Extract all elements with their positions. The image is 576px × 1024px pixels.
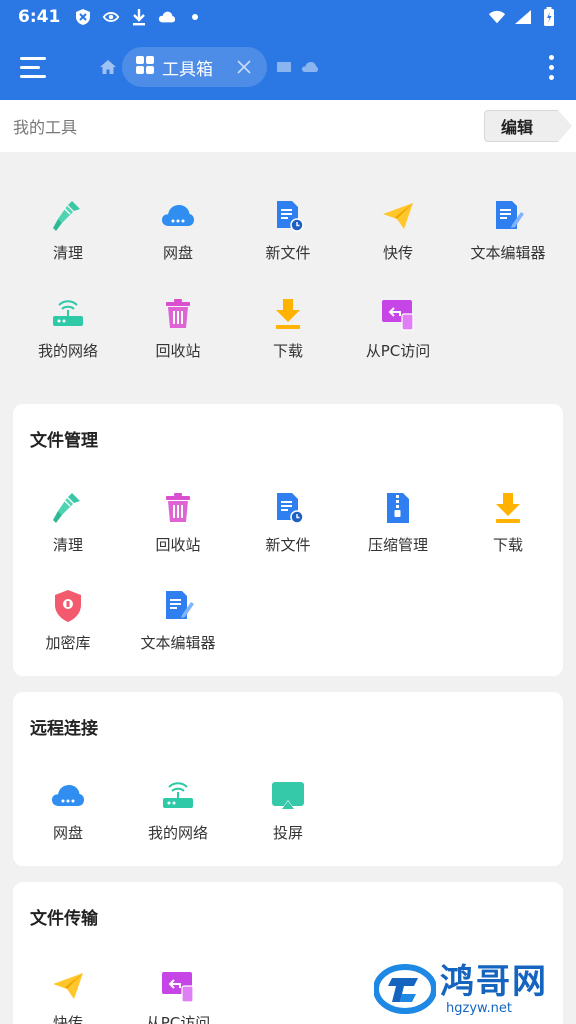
tool-item[interactable]: 回收站 <box>123 270 233 360</box>
remote-connection-grid: 网盘 我的网络 投屏 <box>13 752 563 842</box>
tool-label: 从PC访问 <box>365 342 431 360</box>
battery-icon <box>540 7 558 26</box>
tool-label: 网盘 <box>52 824 83 842</box>
tool-label: 下载 <box>492 536 523 554</box>
app-bar: 工具箱 <box>0 34 576 100</box>
tool-item[interactable]: 清理 <box>13 464 123 554</box>
tool-label: 快传 <box>382 244 413 262</box>
tool-label: 回收站 <box>155 342 201 360</box>
tool-label: 清理 <box>52 244 83 262</box>
tool-item[interactable]: 从PC访问 <box>343 270 453 360</box>
tool-item[interactable]: 加密库 <box>13 562 123 652</box>
edit-button[interactable]: 编辑 <box>484 110 572 142</box>
watermark-url: hgzyw.net <box>446 1000 512 1016</box>
menu-button[interactable] <box>20 51 52 83</box>
tool-label: 我的网络 <box>147 824 208 842</box>
brand-logo-icon <box>374 964 436 1014</box>
cast-screen-icon <box>270 778 306 814</box>
download-status-icon <box>130 8 148 26</box>
tool-item[interactable]: 清理 <box>13 172 123 262</box>
file-management-grid: 清理 回收站 新文件 压缩管理 下载加密库 文本编辑器 <box>13 464 563 652</box>
tool-label: 从PC访问 <box>145 1014 211 1024</box>
tool-item[interactable]: 文本编辑器 <box>453 172 563 262</box>
tool-label: 投屏 <box>272 824 303 842</box>
section-title: 远程连接 <box>30 719 98 739</box>
text-editor-icon <box>490 198 526 234</box>
tool-item[interactable]: 快传 <box>13 942 123 1024</box>
new-file-icon <box>270 198 306 234</box>
tool-item[interactable]: 从PC访问 <box>123 942 233 1024</box>
broom-icon <box>50 198 86 234</box>
wifi-icon <box>488 8 506 26</box>
tool-item[interactable]: 下载 <box>453 464 563 554</box>
more-options-button[interactable] <box>538 49 564 85</box>
tool-label: 新文件 <box>265 536 311 554</box>
tool-label: 加密库 <box>45 634 91 652</box>
cloud-status-icon <box>158 8 176 26</box>
tool-label: 文本编辑器 <box>140 634 216 652</box>
close-icon[interactable] <box>235 58 253 76</box>
tool-label: 回收站 <box>155 536 201 554</box>
cloud-drive-icon <box>160 198 196 234</box>
tab-label: 工具箱 <box>162 59 213 80</box>
remote-connection-card: 远程连接 网盘 我的网络 投屏 <box>13 692 563 866</box>
vpn-icon <box>102 8 120 26</box>
tool-item[interactable]: 我的网络 <box>123 752 233 842</box>
trash-icon <box>160 490 196 526</box>
cloud-drive-icon <box>50 778 86 814</box>
zip-icon <box>380 490 416 526</box>
router-icon <box>160 778 196 814</box>
section-title: 文件管理 <box>30 431 98 451</box>
tool-item[interactable]: 网盘 <box>13 752 123 842</box>
signal-icon <box>514 8 532 26</box>
tool-item[interactable]: 我的网络 <box>13 270 123 360</box>
tool-item[interactable]: 投屏 <box>233 752 343 842</box>
section-title: 文件传输 <box>30 909 98 929</box>
download-icon <box>270 296 306 332</box>
cloud-tab-icon[interactable] <box>301 58 319 76</box>
tool-item[interactable]: 下载 <box>233 270 343 360</box>
tool-label: 快传 <box>52 1014 83 1024</box>
tool-item[interactable]: 压缩管理 <box>343 464 453 554</box>
download-icon <box>490 490 526 526</box>
status-time: 6:41 <box>18 7 61 27</box>
pc-access-icon <box>160 968 196 1004</box>
status-bar: 6:41 <box>0 0 576 34</box>
broom-icon <box>50 490 86 526</box>
tool-item[interactable]: 文本编辑器 <box>123 562 233 652</box>
tool-label: 文本编辑器 <box>470 244 546 262</box>
tool-item[interactable]: 快传 <box>343 172 453 262</box>
tool-label: 清理 <box>52 536 83 554</box>
tool-item[interactable]: 新文件 <box>233 464 343 554</box>
new-file-icon <box>270 490 306 526</box>
tool-label: 新文件 <box>265 244 311 262</box>
media-tab-icon[interactable] <box>275 58 293 76</box>
paper-plane-icon <box>380 198 416 234</box>
tool-item[interactable]: 新文件 <box>233 172 343 262</box>
notification-dot-icon <box>186 8 204 26</box>
grid-icon <box>136 55 154 79</box>
home-icon[interactable] <box>98 57 118 77</box>
tab-toolbox[interactable]: 工具箱 <box>122 47 267 87</box>
shield-lock-icon <box>50 588 86 624</box>
my-tools-grid: 清理 网盘 新文件 快传 文本编辑器我的网络 回收站 下载 从PC访问 <box>13 172 563 360</box>
file-management-card: 文件管理 清理 回收站 新文件 压缩管理 下载加密库 文本编辑器 <box>13 404 563 676</box>
pc-access-icon <box>380 296 416 332</box>
shield-icon <box>74 8 92 26</box>
my-tools-label: 我的工具 <box>13 118 78 137</box>
paper-plane-icon <box>50 968 86 1004</box>
tool-label: 我的网络 <box>37 342 98 360</box>
trash-icon <box>160 296 196 332</box>
tool-item[interactable]: 回收站 <box>123 464 233 554</box>
text-editor-icon <box>160 588 196 624</box>
my-tools-header: 我的工具 编辑 <box>0 100 576 152</box>
tool-label: 压缩管理 <box>367 536 428 554</box>
watermark: 鸿哥网 hgzyw.net <box>374 956 574 1022</box>
tool-label: 下载 <box>272 342 303 360</box>
tool-label: 网盘 <box>162 244 193 262</box>
router-icon <box>50 296 86 332</box>
watermark-brand: 鸿哥网 <box>440 961 548 1002</box>
tool-item[interactable]: 网盘 <box>123 172 233 262</box>
